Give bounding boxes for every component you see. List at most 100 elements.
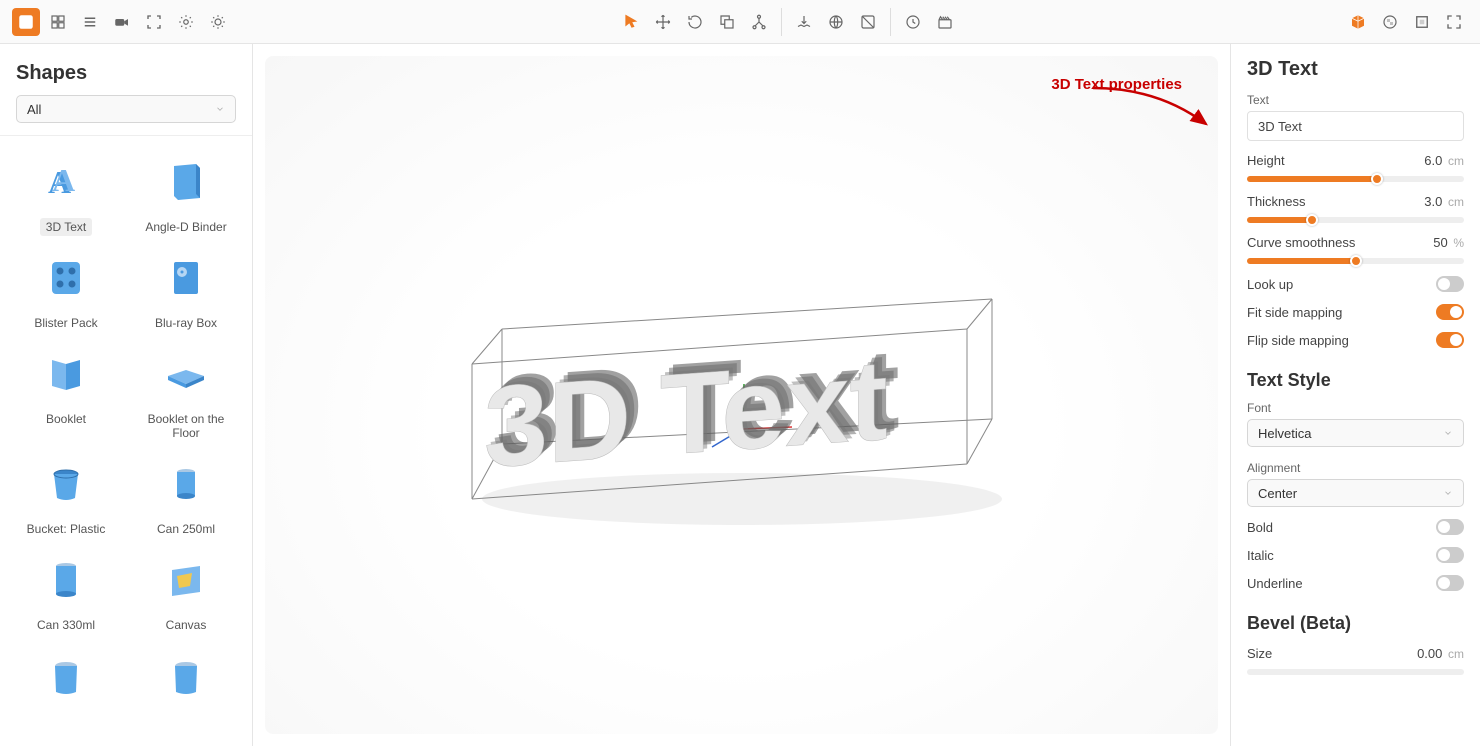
shape-thumb-icon [36,550,96,610]
cube-icon[interactable] [1344,8,1372,36]
alignment-select-value: Center [1258,486,1297,501]
italic-toggle-row: Italic [1247,547,1464,563]
camera-icon[interactable] [108,8,136,36]
italic-toggle[interactable] [1436,547,1464,563]
shape-item-label: Booklet on the Floor [130,410,242,442]
shape-item-partial[interactable] [10,646,122,706]
shapes-filter-select[interactable]: All [16,95,236,123]
shape-thumb-icon [36,344,96,404]
shapes-filter-value: All [27,102,41,117]
shape-item-booklet[interactable]: Booklet [10,344,122,442]
sun-icon[interactable] [204,8,232,36]
annotation-arrow-icon [1088,76,1228,156]
curve-smoothness-slider[interactable]: Curve smoothness50 % [1247,235,1464,264]
shape-thumb-icon [36,646,96,706]
flip-side-mapping-toggle[interactable] [1436,332,1464,348]
bevel-size-slider[interactable]: Size 0.00 cm [1247,646,1464,675]
grid-icon[interactable] [44,8,72,36]
chevron-down-icon [1443,428,1453,438]
shape-thumb-icon [156,550,216,610]
ground-icon[interactable] [790,8,818,36]
shape-item-can-250ml[interactable]: Can 250ml [130,454,242,538]
shapes-grid: AA3D TextAngle-D BinderBlister PackBlu-r… [0,135,252,746]
bevel-size-value: 0.00 [1417,646,1442,661]
move-tool-icon[interactable] [649,8,677,36]
chevron-down-icon [1443,488,1453,498]
shape-item-blister-pack[interactable]: Blister Pack [10,248,122,332]
hierarchy-icon[interactable] [745,8,773,36]
look-up-toggle[interactable] [1436,276,1464,292]
toggle-label: Flip side mapping [1247,333,1349,348]
alignment-select[interactable]: Center [1247,479,1464,507]
shape-item-bucket-plastic[interactable]: Bucket: Plastic [10,454,122,538]
shape-item-label: Can 250ml [151,520,221,538]
gear-icon[interactable] [172,8,200,36]
alignment-label: Alignment [1247,461,1464,475]
font-select-value: Helvetica [1258,426,1311,441]
history-icon[interactable] [899,8,927,36]
bevel-size-label: Size [1247,646,1272,661]
shape-item-blu-ray-box[interactable]: Blu-ray Box [130,248,242,332]
shape-item-label: 3D Text [40,218,92,236]
shape-item-3d-text[interactable]: AA3D Text [10,152,122,236]
slider-value: 6.0 [1424,153,1442,168]
properties-panel: 3D Text Text Height6.0 cmThickness3.0 cm… [1230,44,1480,746]
svg-text:A: A [52,162,75,198]
height-slider[interactable]: Height6.0 cm [1247,153,1464,182]
chevron-down-icon [215,104,225,114]
font-select[interactable]: Helvetica [1247,419,1464,447]
shape-item-canvas[interactable]: Canvas [130,550,242,634]
shape-thumb-icon [156,248,216,308]
shape-item-label: Blister Pack [28,314,103,332]
shape-thumb-icon [156,344,216,404]
shape-item-angle-d-binder[interactable]: Angle-D Binder [130,152,242,236]
toggle-label: Fit side mapping [1247,305,1342,320]
clapper-icon[interactable] [931,8,959,36]
focus-icon[interactable] [140,8,168,36]
shape-thumb-icon [156,646,216,706]
shape-item-booklet-on-the-floor[interactable]: Booklet on the Floor [130,344,242,442]
bold-toggle[interactable] [1436,519,1464,535]
add-button[interactable] [12,8,40,36]
globe-icon[interactable] [822,8,850,36]
text-input[interactable] [1247,111,1464,141]
underline-toggle-row: Underline [1247,575,1464,591]
shape-item-label: Canvas [160,616,213,634]
shape-thumb-icon [156,152,216,212]
selected-object-3d-text[interactable]: 3D Text 3D Text 3D Text 3D Text [432,269,1052,549]
slider-value: 50 [1433,235,1447,250]
shape-item-can-330ml[interactable]: Can 330ml [10,550,122,634]
shape-thumb-icon [156,454,216,514]
thickness-slider[interactable]: Thickness3.0 cm [1247,194,1464,223]
list-icon[interactable] [76,8,104,36]
toggle-label: Bold [1247,520,1273,535]
shape-item-label: Booklet [40,410,92,428]
top-toolbar [0,0,1480,44]
fullscreen-icon[interactable] [1440,8,1468,36]
fit-side-mapping-toggle-row: Fit side mapping [1247,304,1464,320]
underline-toggle[interactable] [1436,575,1464,591]
shape-item-label: Can 330ml [31,616,101,634]
toggle-label: Look up [1247,277,1293,292]
checker-icon[interactable] [1376,8,1404,36]
shapes-panel-title: Shapes [0,44,252,95]
look-up-toggle-row: Look up [1247,276,1464,292]
select-tool-icon[interactable] [617,8,645,36]
frame-icon[interactable] [1408,8,1436,36]
scale-tool-icon[interactable] [713,8,741,36]
properties-panel-title: 3D Text [1247,58,1464,81]
layer-icon[interactable] [854,8,882,36]
flip-side-mapping-toggle-row: Flip side mapping [1247,332,1464,348]
slider-label: Thickness [1247,194,1306,209]
rotate-tool-icon[interactable] [681,8,709,36]
shape-item-partial[interactable] [130,646,242,706]
font-label: Font [1247,401,1464,415]
shape-item-label: Angle-D Binder [139,218,232,236]
slider-value: 3.0 [1424,194,1442,209]
shape-item-label: Bucket: Plastic [21,520,112,538]
viewport[interactable]: 3D Text properties [253,44,1230,746]
bold-toggle-row: Bold [1247,519,1464,535]
shape-thumb-icon [36,454,96,514]
toggle-label: Italic [1247,548,1274,563]
fit-side-mapping-toggle[interactable] [1436,304,1464,320]
